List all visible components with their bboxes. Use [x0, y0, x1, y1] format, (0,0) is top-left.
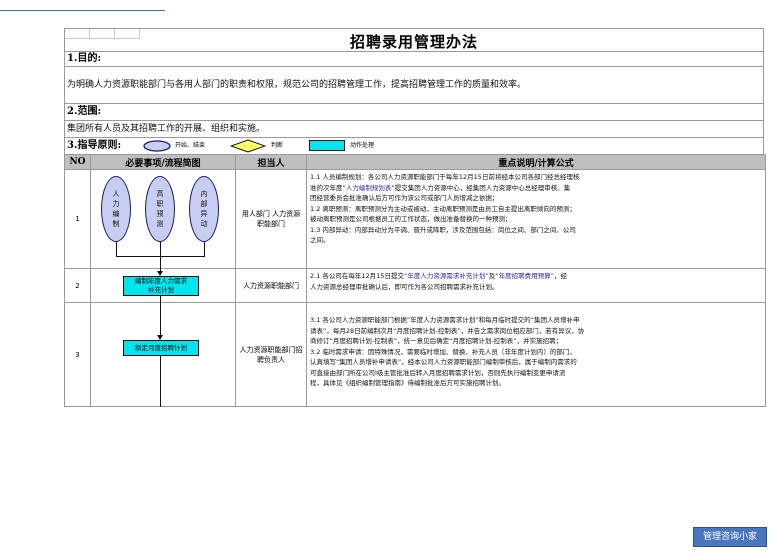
- principle-heading: 3.指导原则:: [67, 140, 122, 151]
- flow-step-annual-plan: 编制年度人力需求补充计划: [123, 276, 199, 296]
- note-line: 程，具体见《组织编制管理指南》待编制批准后方可实施招聘计划。: [310, 379, 505, 387]
- purpose-text: 为明确人力资源职能部门与各用人部门的职责和权限，规范公司的招聘管理工作，提高招聘…: [64, 66, 764, 103]
- scope-heading: 2.范围:: [64, 103, 764, 120]
- note-line: 3.1 各公司人力资源职能部门根据“年度人力资源需求计划”和每月临时提交的“集团…: [310, 316, 580, 324]
- connector-line: [160, 303, 161, 337]
- note-line: 商修订“月度招聘计划-控制表”，统一意见后确定“月度招聘计划-控制表”，并实施招…: [310, 337, 563, 345]
- table-row: 2 编制年度人力需求补充计划 人力资源职能部门 2.1 各公司在每年12月15日…: [64, 268, 766, 303]
- header-notes: 重点说明/计算公式: [306, 154, 766, 170]
- flow-step-monthly-plan: 制定月度招聘计划: [123, 340, 199, 356]
- flow-ellipse-label: 人力编制: [112, 190, 120, 228]
- table-header-row: NO 必要事项/流程简图 担当人 重点说明/计算公式: [64, 154, 766, 170]
- connector-line: [160, 242, 161, 256]
- note-line: 1.3 内部异动：内部异动分为平调、晋升或降职，涉及范围包括：岗位之间、部门之间…: [310, 225, 576, 234]
- note-line: 1.2 离职预测：离职预测分为主动或被动，主动离职预测是由员工自主提出离职倾向的…: [310, 204, 576, 213]
- owner-cell: 用人部门 人力资源职能部门: [235, 169, 307, 269]
- flow-ellipse-turnover: 高职预测: [145, 176, 175, 242]
- scope-text: 集团所有人员及其招聘工作的开展、组织和实施。: [64, 120, 764, 137]
- row-number: 2: [64, 268, 91, 303]
- rectangle-shape-icon: [309, 140, 345, 151]
- note-line: 2.1 各公司在每年12月15日提交“年度人力资源需求补充计划”及“年度招聘费用…: [310, 272, 567, 280]
- row-number: 1: [64, 169, 91, 269]
- legend-decision-label: 判断: [271, 142, 284, 149]
- ellipse-shape-icon: [143, 140, 171, 152]
- diamond-shape-icon: [230, 139, 266, 153]
- flow-diagram-cell: 制定月度招聘计划: [90, 302, 236, 407]
- document-sheet: 招聘录用管理办法 1.目的: 为明确人力资源职能部门与各用人部门的职责和权限，规…: [64, 28, 766, 407]
- header-flow: 必要事项/流程简图: [90, 154, 236, 170]
- note-line: 可直接由部门所在公司I级主管批准后转入月度招聘需求计划，否则先执行编制变更申请流: [310, 368, 566, 377]
- note-line: 请表”，每月28日前编制次月“月度招聘计划-控制表”，并告之需求岗位相应部门，若…: [310, 326, 585, 335]
- consult-button[interactable]: 管理咨询小家: [693, 527, 767, 547]
- notes-cell: 3.1 各公司人力资源职能部门根据“年度人力资源需求计划”和每月临时提交的“集团…: [306, 302, 766, 407]
- notes-cell: 1.1 人员编制规划：各公司人力资源职能部门于每年12月15日前将经本公司各部门…: [306, 169, 766, 269]
- process-table: NO 必要事项/流程简图 担当人 重点说明/计算公式 1 人力编制 高职预测 内…: [64, 154, 766, 407]
- title-row: 招聘录用管理办法: [64, 28, 764, 51]
- note-line: 1.1 人员编制规划：各公司人力资源职能部门于每年12月15日前将经本公司各部门…: [310, 173, 580, 181]
- header-no: NO: [64, 154, 91, 170]
- table-row: 3 制定月度招聘计划 人力资源职能部门招聘负责人 3.1 各公司人力资源职能部门…: [64, 302, 766, 407]
- note-line: 3.2 临时需求申请：因特殊情况，需要临时增加、替换、补充人员（非年度计划内）的…: [310, 347, 576, 356]
- legend-start-end-label: 开始、结束: [175, 142, 206, 149]
- flow-diagram-cell: 人力编制 高职预测 内部异动: [90, 169, 236, 269]
- connector-line: [204, 242, 205, 256]
- header-owner: 担当人: [235, 154, 307, 170]
- notes-cell: 2.1 各公司在每年12月15日提交“年度人力资源需求补充计划”及“年度招聘费用…: [306, 268, 766, 303]
- legend-row: 3.指导原则: 开始、结束 判断 动作处理: [64, 137, 764, 154]
- note-line: 被动离职预测是公司根据员工的工作状态，做出准备替换的一种预测；: [310, 215, 512, 223]
- note-line: 认真填写“集团人员增补申请表”，经本公司人力资源职能部门编制审核后，属于编制内需…: [310, 358, 577, 366]
- owner-cell: 人力资源职能部门: [235, 268, 307, 303]
- legend-action-label: 动作处理: [350, 142, 375, 149]
- purpose-heading: 1.目的:: [64, 51, 764, 66]
- flow-diagram-cell: 编制年度人力需求补充计划: [90, 268, 236, 303]
- page-title: 招聘录用管理办法: [349, 33, 478, 51]
- flow-ellipse-transfer: 内部异动: [189, 176, 219, 242]
- top-accent-line: [0, 10, 165, 11]
- connector-line: [160, 356, 161, 407]
- note-line: 团经营委员会批准确认后方可作为该公司或部门人员增减之依据；: [310, 194, 499, 202]
- note-line: 之间。: [310, 236, 330, 244]
- connector-line: [116, 242, 117, 256]
- table-row: 1 人力编制 高职预测 内部异动 用人部门 人力资源职能部门 1.1 人员编制规…: [64, 169, 766, 269]
- flow-ellipse-label: 高职预测: [156, 190, 164, 228]
- flow-step-label: 编制年度人力需求补充计划: [135, 277, 187, 294]
- note-line: 人力资源总经理审批确认后，即可作为各公司招聘需求补充计划。: [310, 282, 499, 291]
- connector-line: [160, 256, 161, 269]
- flow-ellipse-staffing: 人力编制: [101, 176, 131, 242]
- flow-step-label: 制定月度招聘计划: [135, 343, 187, 352]
- note-line: 准的次年度“人力编制规划表”提交集团人力资源中心，经集团人力资源中心总经理审核、…: [310, 183, 571, 192]
- row-number: 3: [64, 302, 91, 407]
- flow-ellipse-label: 内部异动: [200, 190, 208, 228]
- owner-cell: 人力资源职能部门招聘负责人: [235, 302, 307, 407]
